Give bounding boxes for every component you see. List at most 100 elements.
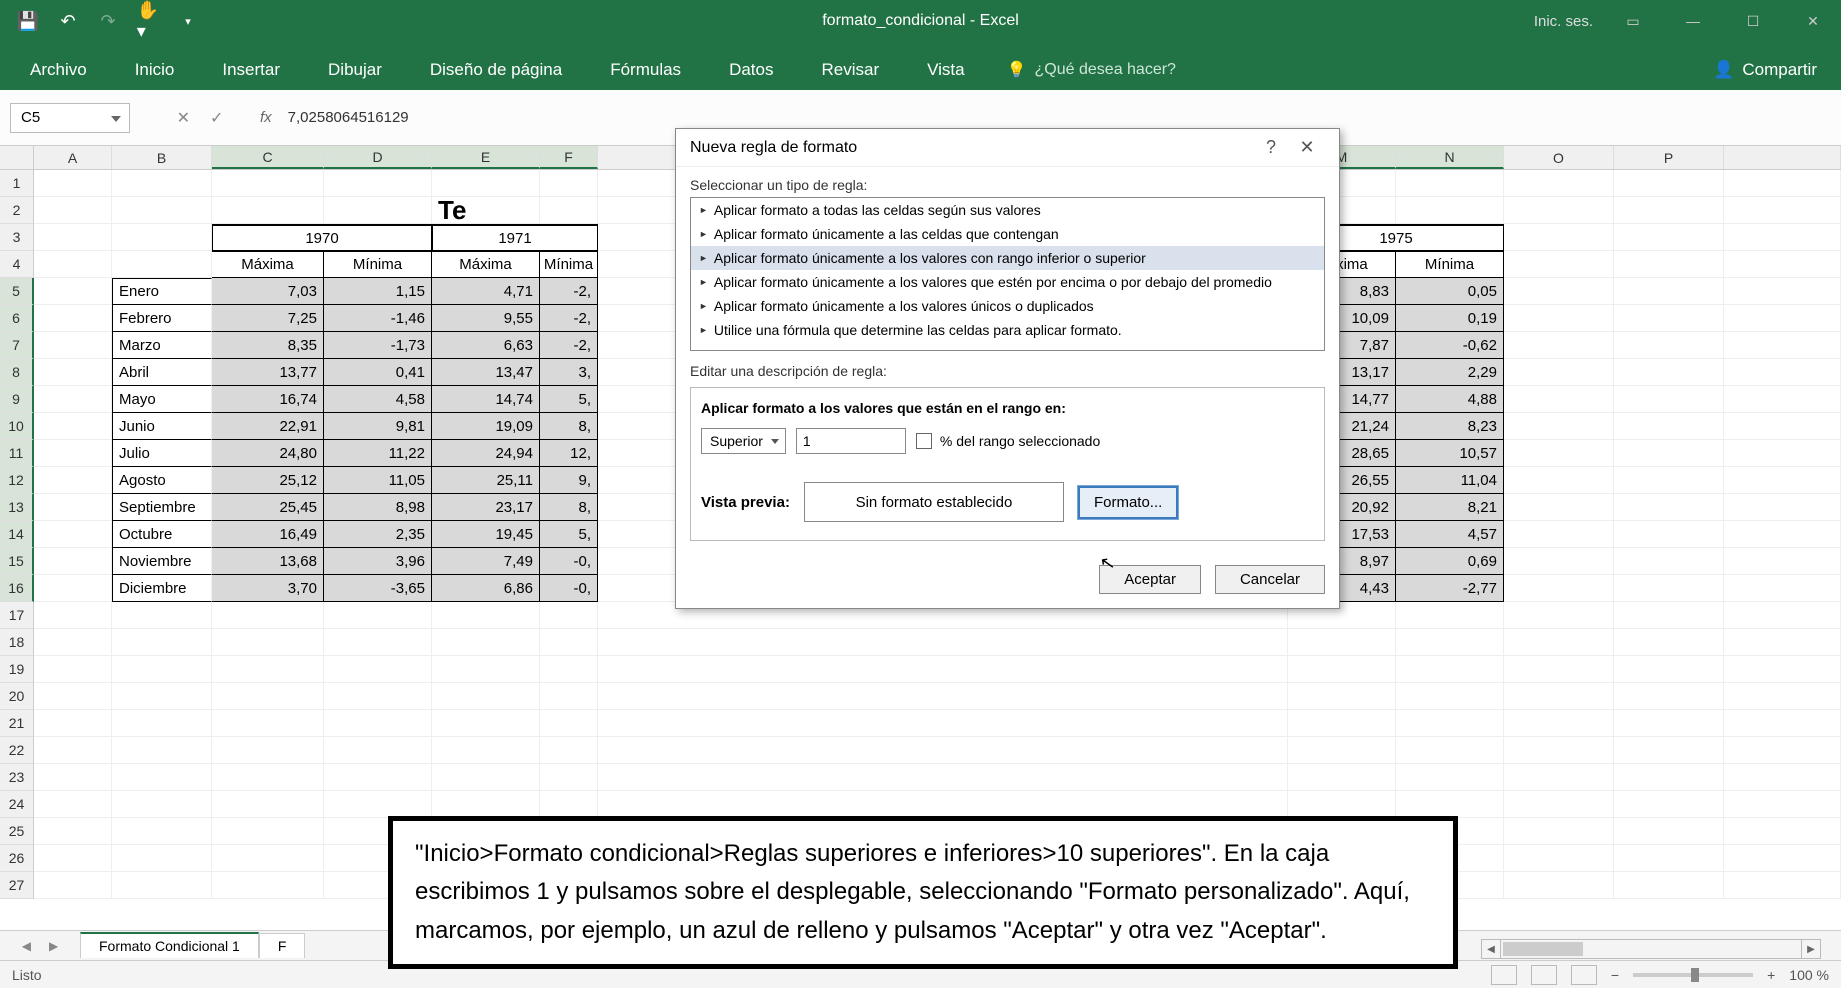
cell-F14[interactable]: 5, — [540, 521, 598, 548]
cell-M21[interactable] — [1288, 710, 1396, 737]
cell-rest[interactable] — [1724, 575, 1841, 602]
cell-N13[interactable]: 8,21 — [1396, 494, 1504, 521]
cell-E11[interactable]: 24,94 — [432, 440, 540, 467]
cell-P22[interactable] — [1614, 737, 1724, 764]
cell-E13[interactable]: 23,17 — [432, 494, 540, 521]
cell-P21[interactable] — [1614, 710, 1724, 737]
rule-cells-contain[interactable]: Aplicar formato únicamente a las celdas … — [691, 222, 1324, 246]
cell-O20[interactable] — [1504, 683, 1614, 710]
cell-D7[interactable]: -1,73 — [324, 332, 432, 359]
cell-E16[interactable]: 6,86 — [432, 575, 540, 602]
row-header[interactable]: 15 — [0, 548, 34, 575]
cell-E5[interactable]: 4,71 — [432, 278, 540, 305]
cell-C22[interactable] — [212, 737, 324, 764]
cell-rest[interactable] — [1724, 548, 1841, 575]
cell-A2[interactable] — [34, 197, 112, 224]
cell-O23[interactable] — [1504, 764, 1614, 791]
col-rest[interactable] — [1724, 146, 1841, 169]
cell-P11[interactable] — [1614, 440, 1724, 467]
cell-D23[interactable] — [324, 764, 432, 791]
cell-A10[interactable] — [34, 413, 112, 440]
cell-rest[interactable] — [1724, 386, 1841, 413]
cell-gap[interactable] — [598, 629, 1288, 656]
cell-A24[interactable] — [34, 791, 112, 818]
cell-F13[interactable]: 8, — [540, 494, 598, 521]
cell-D14[interactable]: 2,35 — [324, 521, 432, 548]
touch-mode-icon[interactable]: ✋▾ — [138, 11, 158, 31]
cell-N6[interactable]: 0,19 — [1396, 305, 1504, 332]
cell-O27[interactable] — [1504, 872, 1614, 899]
col-O[interactable]: O — [1504, 146, 1614, 169]
cell-E10[interactable]: 19,09 — [432, 413, 540, 440]
cell-N12[interactable]: 11,04 — [1396, 467, 1504, 494]
cell-B1[interactable] — [112, 170, 212, 197]
rule-all-cells[interactable]: Aplicar formato a todas las celdas según… — [691, 198, 1324, 222]
row-header[interactable]: 9 — [0, 386, 34, 413]
cell-N8[interactable]: 2,29 — [1396, 359, 1504, 386]
cell-O22[interactable] — [1504, 737, 1614, 764]
cell-F4[interactable]: Mínima — [540, 251, 598, 278]
save-icon[interactable]: 💾 — [18, 11, 38, 31]
cell-F9[interactable]: 5, — [540, 386, 598, 413]
cell-B17[interactable] — [112, 602, 212, 629]
zoom-slider[interactable] — [1633, 973, 1753, 977]
cell-E12[interactable]: 25,11 — [432, 467, 540, 494]
cell-A12[interactable] — [34, 467, 112, 494]
col-C[interactable]: C — [212, 146, 324, 169]
cell-D4[interactable]: Mínima — [324, 251, 432, 278]
cell-F16[interactable]: -0, — [540, 575, 598, 602]
row-header[interactable]: 14 — [0, 521, 34, 548]
cell-gap[interactable] — [598, 737, 1288, 764]
cell-B10[interactable]: Junio — [112, 413, 212, 440]
cell-O18[interactable] — [1504, 629, 1614, 656]
cell-rest[interactable] — [1724, 791, 1841, 818]
cell-A16[interactable] — [34, 575, 112, 602]
rule-type-list[interactable]: Aplicar formato a todas las celdas según… — [690, 197, 1325, 351]
cell-B14[interactable]: Octubre — [112, 521, 212, 548]
zoom-in-icon[interactable]: + — [1767, 967, 1775, 983]
cell-F5[interactable]: -2, — [540, 278, 598, 305]
close-dialog-icon[interactable]: ✕ — [1289, 137, 1325, 158]
cell-rest[interactable] — [1724, 413, 1841, 440]
page-break-view-icon[interactable] — [1571, 965, 1597, 985]
help-icon[interactable]: ? — [1253, 137, 1289, 158]
cell-F12[interactable]: 9, — [540, 467, 598, 494]
cell-gap[interactable] — [598, 791, 1288, 818]
row-header[interactable]: 18 — [0, 629, 34, 656]
cell-B8[interactable]: Abril — [112, 359, 212, 386]
cell-A21[interactable] — [34, 710, 112, 737]
cell-C14[interactable]: 16,49 — [212, 521, 324, 548]
row-header[interactable]: 16 — [0, 575, 34, 602]
cell-A11[interactable] — [34, 440, 112, 467]
cell-rest[interactable] — [1724, 224, 1841, 251]
scroll-right-icon[interactable]: ▶ — [1801, 939, 1821, 959]
cell-C12[interactable]: 25,12 — [212, 467, 324, 494]
tab-draw[interactable]: Dibujar — [304, 50, 406, 90]
cell-N9[interactable]: 4,88 — [1396, 386, 1504, 413]
row-header[interactable]: 12 — [0, 467, 34, 494]
cell-E7[interactable]: 6,63 — [432, 332, 540, 359]
cell-O15[interactable] — [1504, 548, 1614, 575]
row-header[interactable]: 22 — [0, 737, 34, 764]
cell-rest[interactable] — [1724, 467, 1841, 494]
ok-button[interactable]: Aceptar — [1099, 565, 1201, 594]
tab-insert[interactable]: Insertar — [198, 50, 304, 90]
cell-A9[interactable] — [34, 386, 112, 413]
cell-gap[interactable] — [598, 683, 1288, 710]
cell-C13[interactable]: 25,45 — [212, 494, 324, 521]
sheet-tab-active[interactable]: Formato Condicional 1 — [80, 932, 259, 958]
cell-F2[interactable] — [540, 197, 598, 224]
cell-rest[interactable] — [1724, 764, 1841, 791]
cell-D1[interactable] — [324, 170, 432, 197]
cell-P4[interactable] — [1614, 251, 1724, 278]
cell-O7[interactable] — [1504, 332, 1614, 359]
cell-P16[interactable] — [1614, 575, 1724, 602]
cell-N16[interactable]: -2,77 — [1396, 575, 1504, 602]
cell-N11[interactable]: 10,57 — [1396, 440, 1504, 467]
row-header[interactable]: 17 — [0, 602, 34, 629]
tab-review[interactable]: Revisar — [797, 50, 903, 90]
cell-B27[interactable] — [112, 872, 212, 899]
cell-F7[interactable]: -2, — [540, 332, 598, 359]
cell-C18[interactable] — [212, 629, 324, 656]
cell-E3[interactable]: 1971 — [432, 224, 598, 251]
